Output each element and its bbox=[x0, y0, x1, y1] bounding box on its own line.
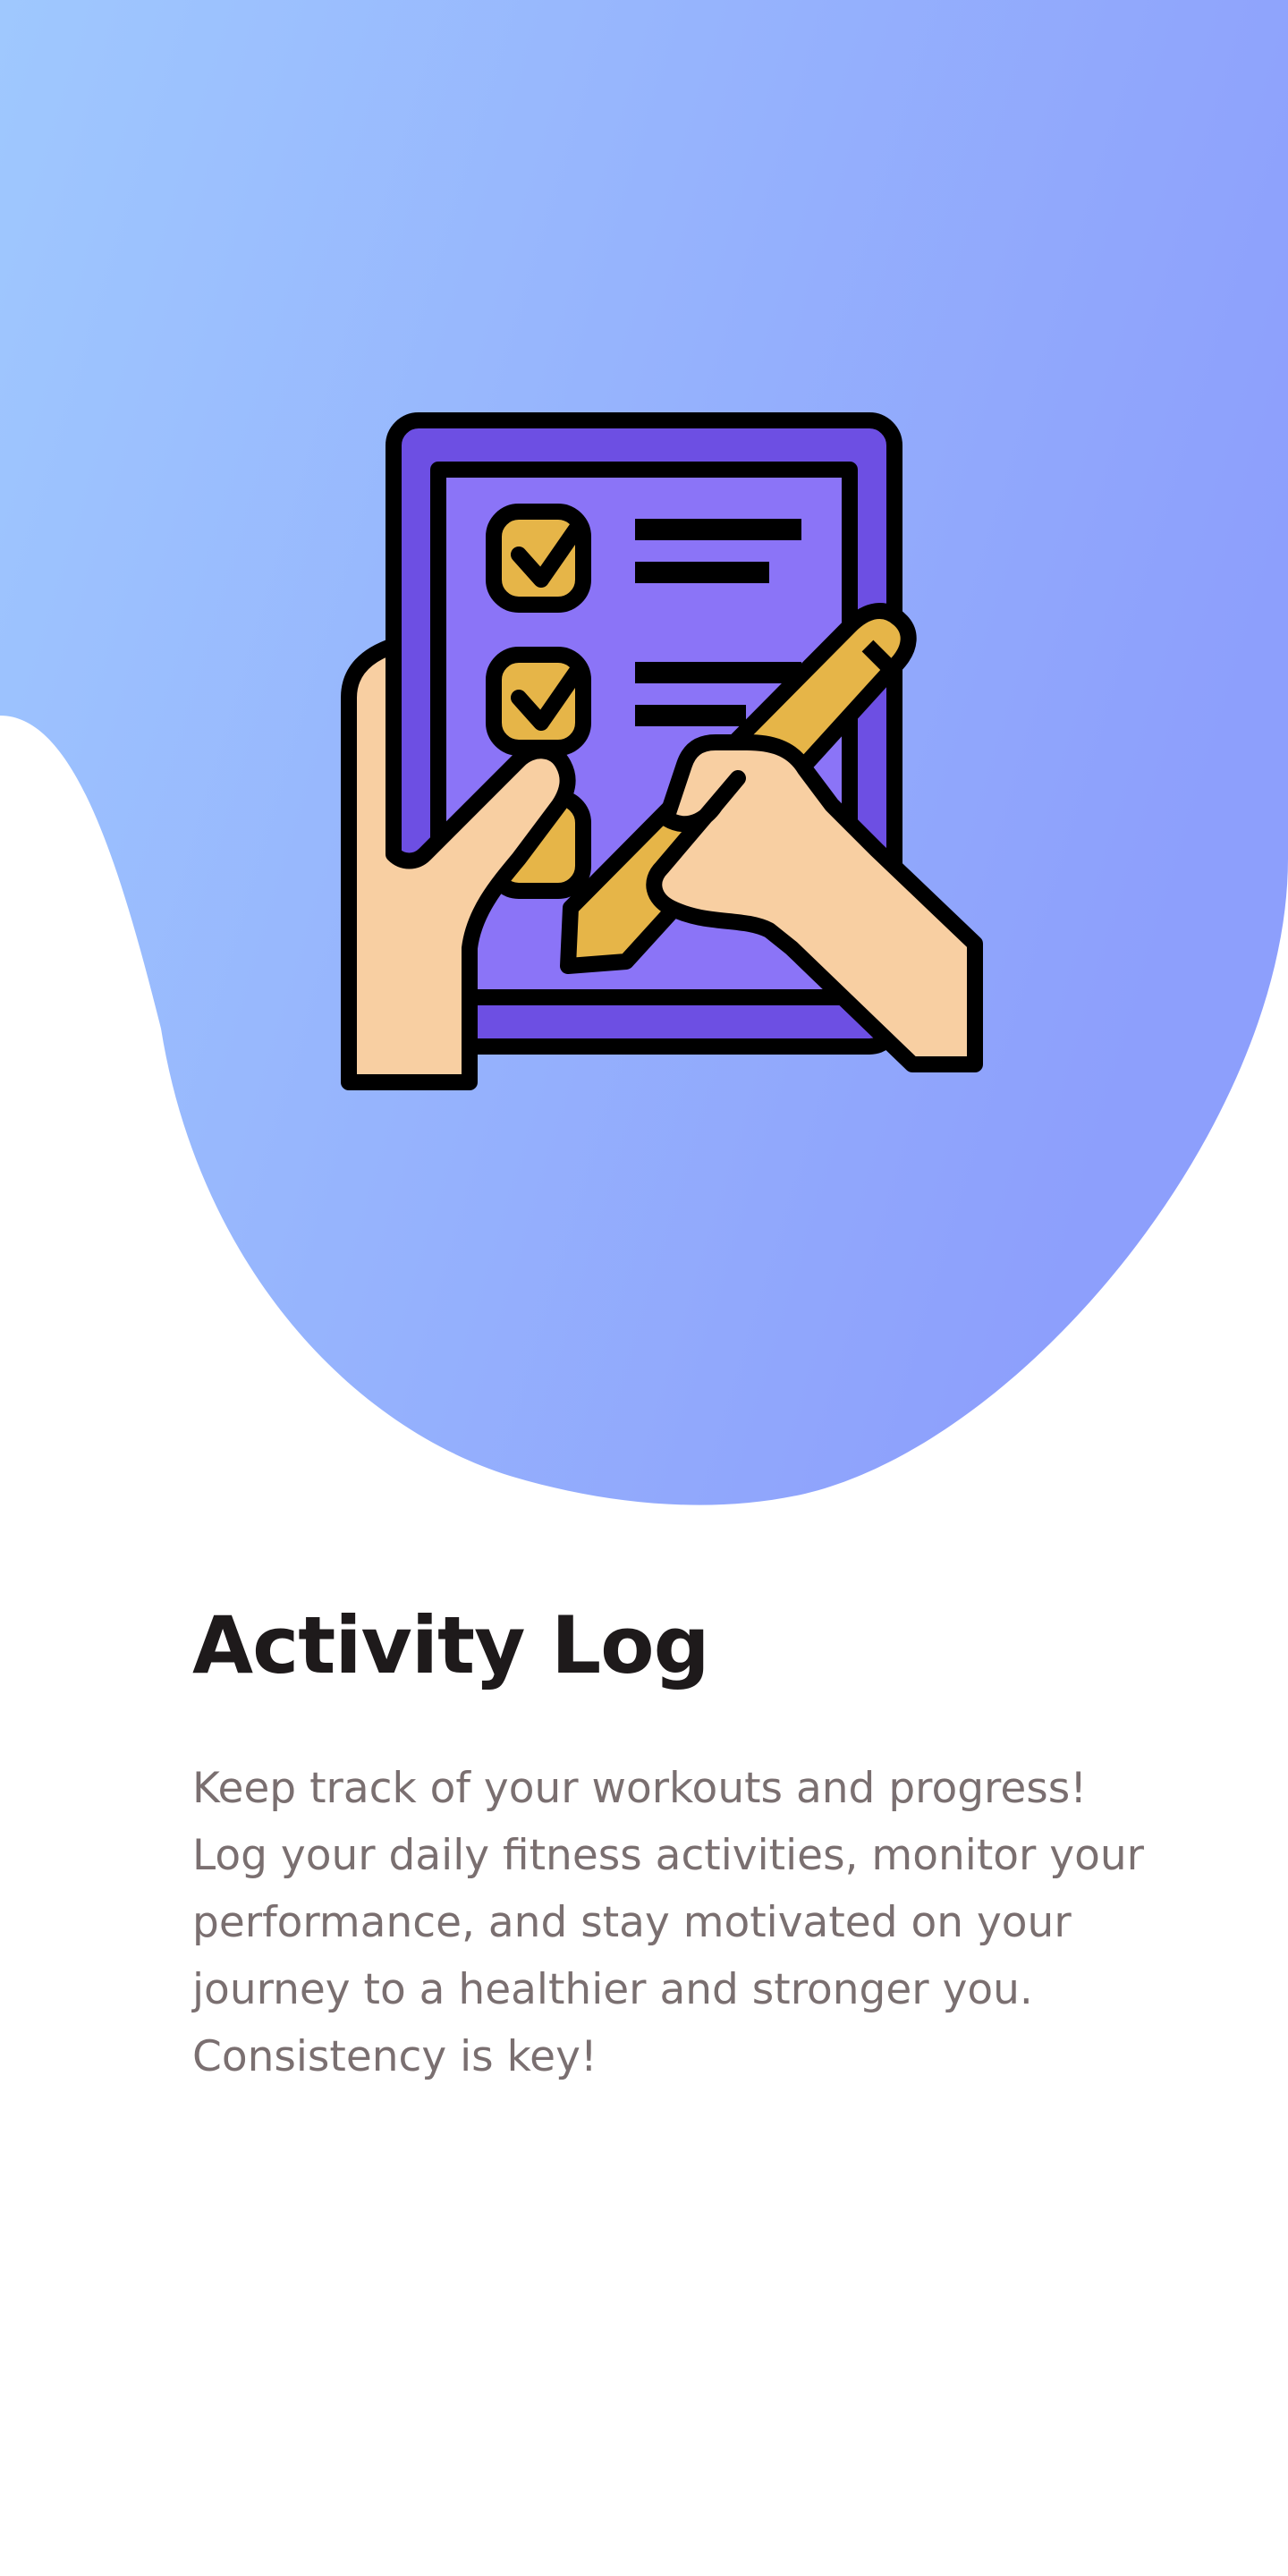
page-description: Keep track of your workouts and progress… bbox=[192, 1764, 1144, 2081]
onboarding-content: Activity Log Keep track of your workouts… bbox=[192, 1601, 1203, 2090]
onboarding-screen: Activity Log Keep track of your workouts… bbox=[0, 0, 1288, 2576]
page-title: Activity Log bbox=[192, 1599, 710, 1691]
checklist-clipboard-with-pencil-icon bbox=[341, 412, 983, 1090]
